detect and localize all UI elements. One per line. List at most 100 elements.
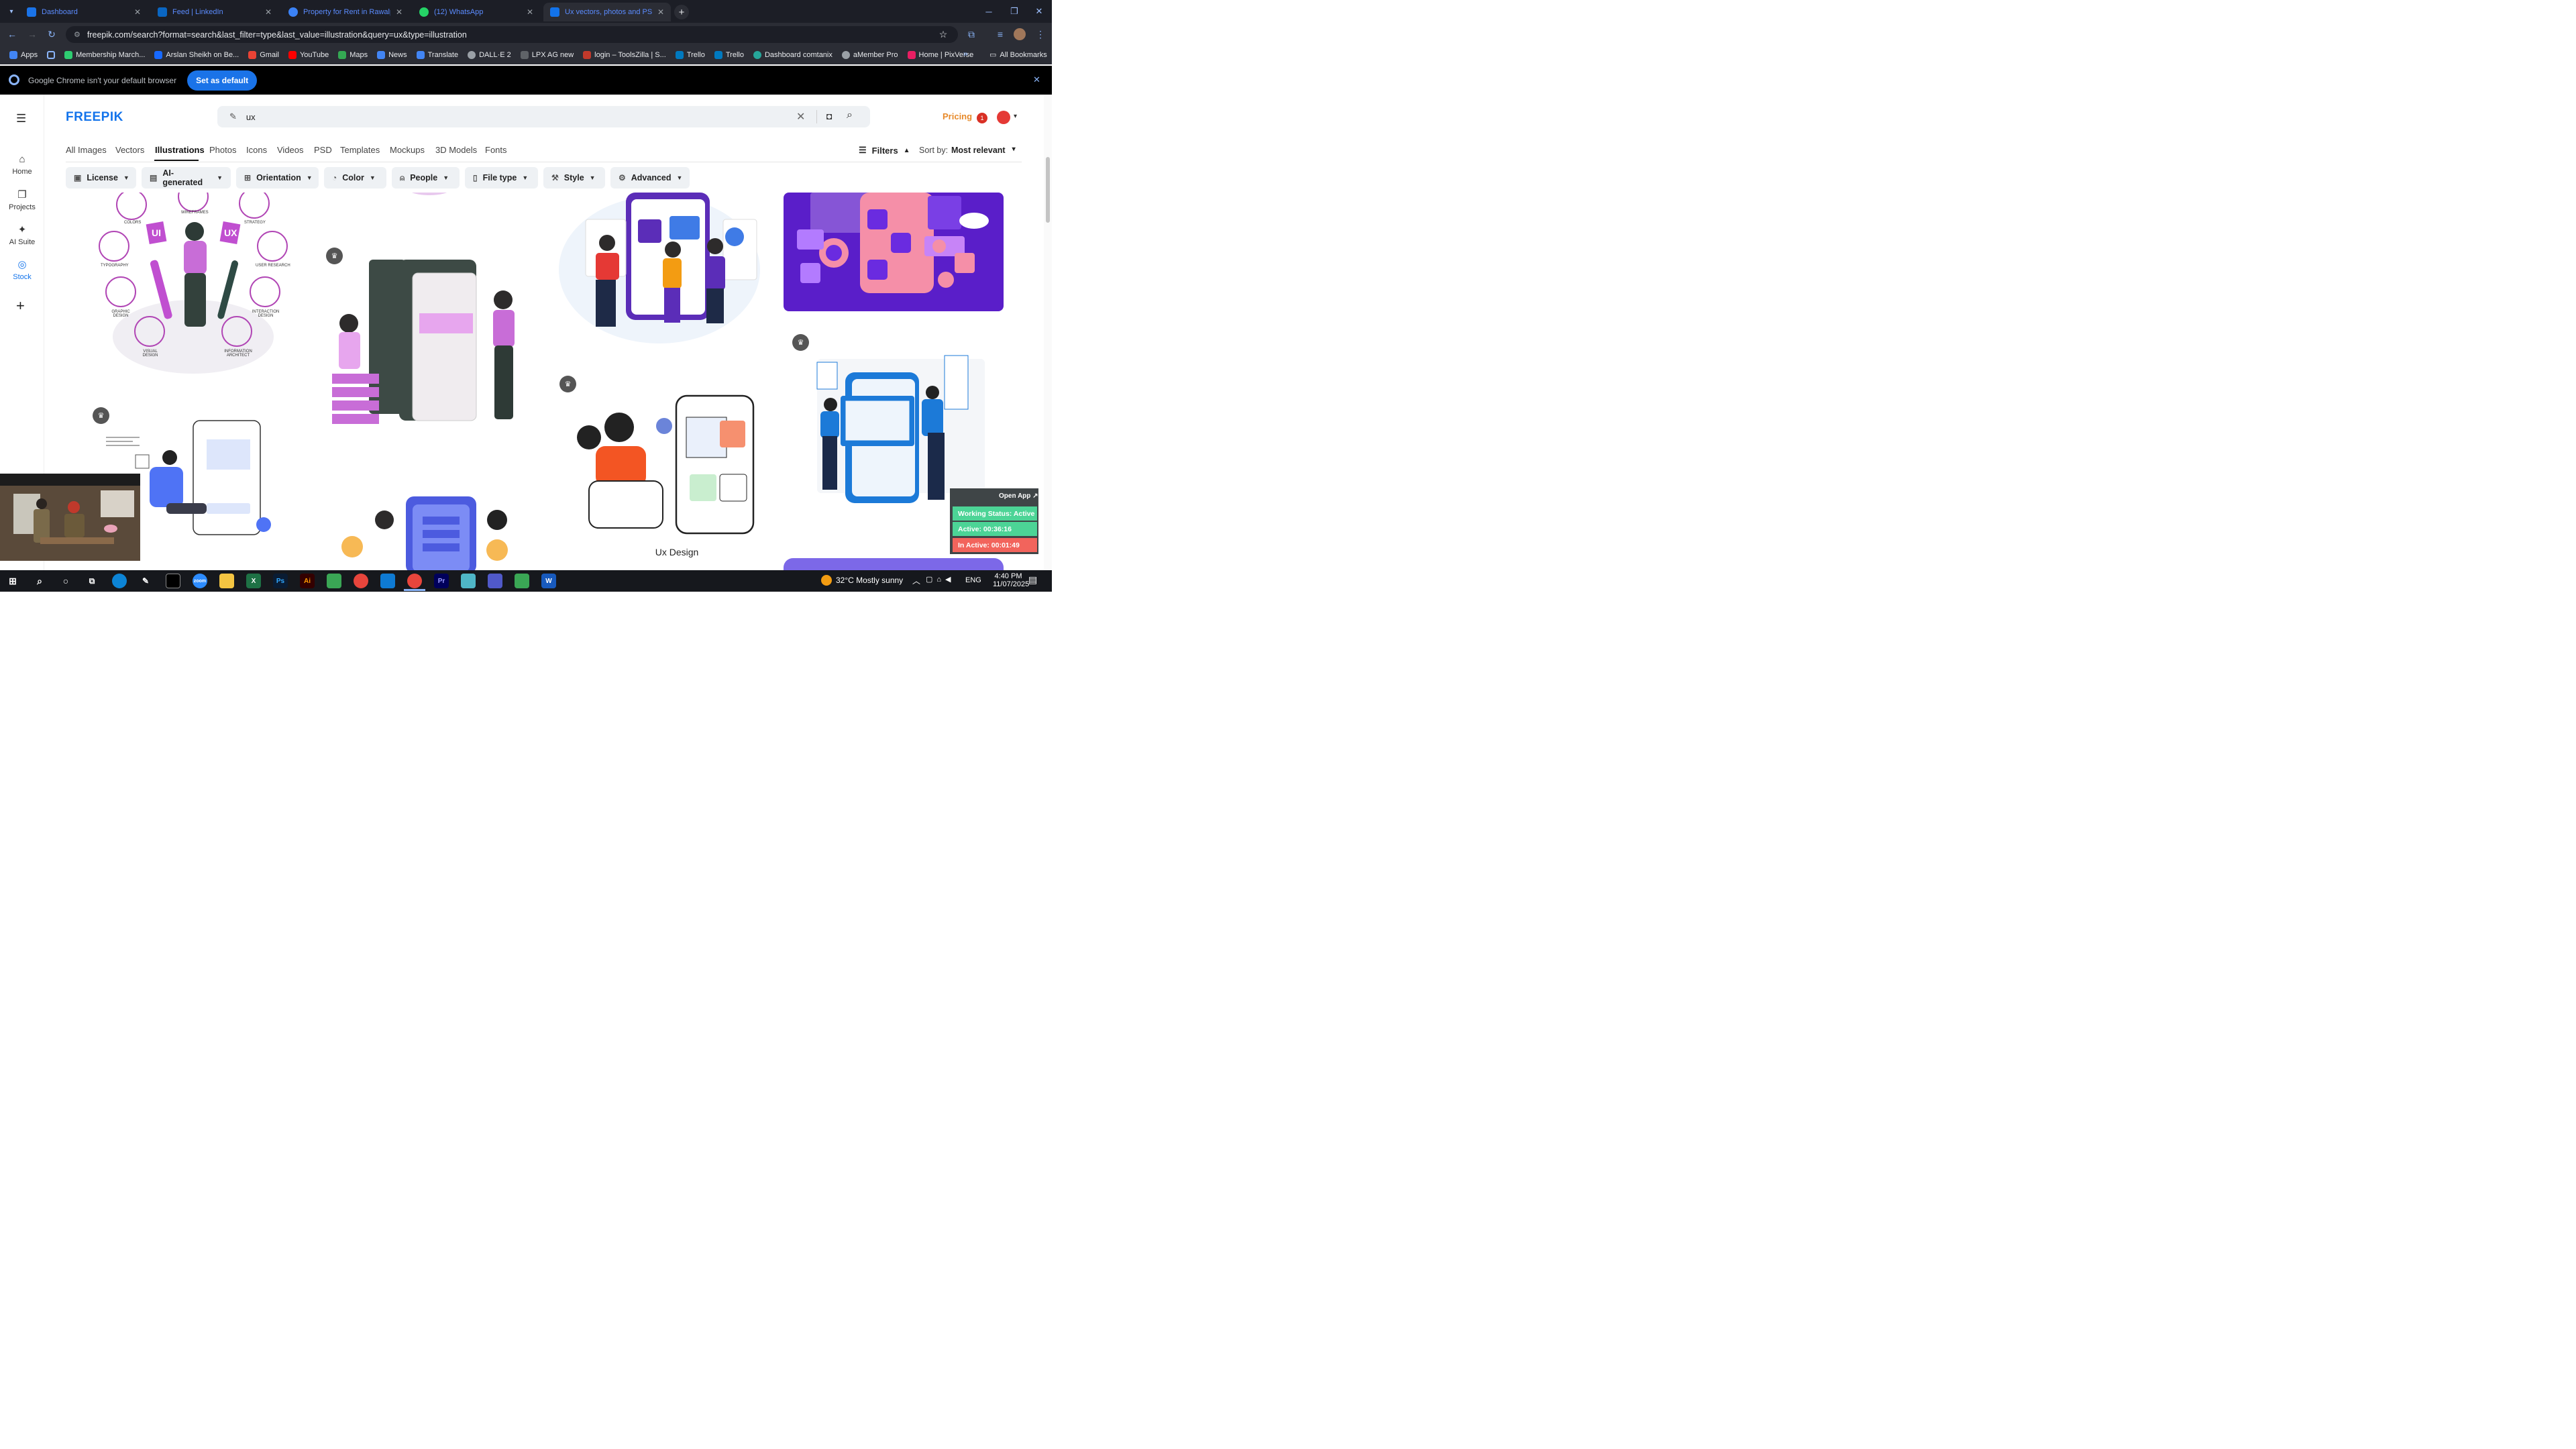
extensions-icon[interactable]: ⧉ <box>964 27 979 42</box>
search-icon[interactable]: ⌕ <box>847 109 853 121</box>
search-icon[interactable]: ⌕ <box>32 574 47 588</box>
freepik-logo[interactable]: FREEPIK <box>66 110 123 125</box>
app-diamond-icon[interactable] <box>461 574 476 588</box>
bookmark-trello-2[interactable]: Trello <box>714 51 744 59</box>
search-input[interactable]: ux <box>246 112 256 122</box>
sidebar-item-projects[interactable]: ❐ Projects <box>0 189 44 211</box>
close-tab-icon[interactable]: ✕ <box>265 7 272 17</box>
bookmark-youtube[interactable]: YouTube <box>288 51 329 59</box>
new-tab-button[interactable]: + <box>674 5 689 19</box>
reload-icon[interactable]: ↻ <box>44 27 59 42</box>
chrome-active-icon[interactable] <box>407 574 422 588</box>
result-card-purple-dashboard[interactable] <box>784 193 1004 311</box>
filters-toggle[interactable]: ☰ Filters ▲ <box>859 145 910 156</box>
tray-chevron-icon[interactable]: ︿ <box>912 575 920 586</box>
bookmark-dalle[interactable]: DALL·E 2 <box>468 51 511 59</box>
zoom-icon[interactable]: zoom <box>193 574 207 588</box>
terminal-icon[interactable] <box>166 574 180 588</box>
filter-color[interactable]: ◔ Color ▼ <box>324 167 386 189</box>
tab-search-button[interactable]: ▾ <box>5 5 17 17</box>
tab-dashboard[interactable]: Dashboard ✕ <box>20 3 148 21</box>
sidebar-item-home[interactable]: ⌂ Home <box>0 154 44 176</box>
bookmark-membership[interactable]: Membership March... <box>64 51 145 59</box>
bookmark-maps[interactable]: Maps <box>338 51 368 59</box>
file-explorer-icon[interactable] <box>219 574 234 588</box>
premium-crown-icon[interactable]: ♛ <box>559 376 576 392</box>
add-icon[interactable]: + <box>16 297 25 315</box>
tab-property[interactable]: Property for Rent in Rawalpindi ✕ <box>282 3 409 21</box>
result-card-phone-chat[interactable] <box>312 490 550 570</box>
camera-icon[interactable]: ◘ <box>826 111 832 121</box>
teams-icon[interactable] <box>488 574 502 588</box>
tab-icons[interactable]: Icons <box>246 145 267 155</box>
filter-license[interactable]: ▣ License ▼ <box>66 167 136 189</box>
bookmark-apps[interactable]: Apps <box>9 51 38 59</box>
clock[interactable]: 4:40 PM 11/07/2025 <box>993 572 1029 588</box>
tray-icons[interactable]: ▢⌂◀ <box>926 575 955 584</box>
address-bar[interactable]: ⚙ freepik.com/search?format=search&last_… <box>66 26 958 43</box>
tab-whatsapp[interactable]: (12) WhatsApp ✕ <box>413 3 540 21</box>
tab-psd[interactable]: PSD <box>314 145 332 155</box>
notification-badge[interactable]: 1 <box>977 113 987 123</box>
picture-in-picture-video[interactable] <box>0 474 140 561</box>
filter-ai-generated[interactable]: ▤ AI-generated ▼ <box>142 167 231 189</box>
windows-start-icon[interactable]: ⊞ <box>5 574 20 588</box>
task-view-icon[interactable]: ⧉ <box>85 574 99 588</box>
result-card-developer-phone[interactable]: ♛ <box>312 193 550 454</box>
sidebar-item-ai-suite[interactable]: ✦ AI Suite <box>0 223 44 246</box>
word-icon[interactable]: W <box>541 574 556 588</box>
close-window-button[interactable]: ✕ <box>1026 0 1052 23</box>
sort-dropdown[interactable]: Most relevant ▾ <box>951 146 1016 155</box>
filter-orientation[interactable]: ⊞ Orientation ▼ <box>236 167 319 189</box>
tab-vectors[interactable]: Vectors <box>115 145 144 155</box>
chrome-menu-icon[interactable]: ⋮ <box>1033 27 1048 42</box>
back-icon[interactable]: ← <box>5 27 19 42</box>
search-bar[interactable]: ✎ ux ✕ ◘ ⌕ <box>217 106 870 127</box>
premium-crown-icon[interactable]: ♛ <box>792 334 809 351</box>
profile-avatar[interactable] <box>1014 28 1026 40</box>
more-bookmarks-icon[interactable]: » <box>963 49 968 58</box>
scrollbar-thumb[interactable] <box>1046 157 1050 223</box>
bookmark-comtanix[interactable]: Dashboard comtanix <box>753 51 833 59</box>
set-default-button[interactable]: Set as default <box>187 70 258 91</box>
premium-crown-icon[interactable]: ♛ <box>93 407 109 424</box>
forward-icon[interactable]: → <box>25 27 40 42</box>
chrome-icon[interactable] <box>354 574 368 588</box>
tab-illustrations[interactable]: Illustrations <box>155 145 205 155</box>
bookmark-lpx[interactable]: LPX AG new <box>520 51 574 59</box>
bookmark-news[interactable]: News <box>377 51 407 59</box>
close-tab-icon[interactable]: ✕ <box>134 7 141 17</box>
bookmark-gmail[interactable]: Gmail <box>248 51 279 59</box>
chevron-down-icon[interactable]: ▾ <box>1014 113 1017 120</box>
minimize-button[interactable]: ─ <box>976 0 1002 23</box>
tab-3d-models[interactable]: 3D Models <box>435 145 477 155</box>
pen-icon[interactable]: ✎ <box>138 574 153 588</box>
weather-widget[interactable]: 32°C Mostly sunny <box>821 575 903 586</box>
bookmark-toolszilla[interactable]: login – ToolsZilla | S... <box>583 51 666 59</box>
vscode-icon[interactable] <box>380 574 395 588</box>
sidebar-item-stock[interactable]: ◎ Stock <box>0 258 44 281</box>
result-card-team-phone[interactable] <box>559 193 761 350</box>
tab-mockups[interactable]: Mockups <box>390 145 425 155</box>
bookmark-behance[interactable]: Arslan Sheikh on Be... <box>154 51 239 59</box>
tab-templates[interactable]: Templates <box>340 145 380 155</box>
all-bookmarks-folder[interactable]: ▭ All Bookmarks <box>989 50 1047 60</box>
media-control-icon[interactable]: ≡ <box>993 27 1008 42</box>
open-app-link[interactable]: Open App ↗ <box>999 492 1038 500</box>
ai-search-icon[interactable]: ✎ <box>229 111 237 122</box>
cortana-icon[interactable]: ○ <box>58 574 73 588</box>
user-avatar[interactable] <box>997 111 1010 124</box>
bookmark-trello-1[interactable]: Trello <box>675 51 705 59</box>
notifications-icon[interactable]: ▤ <box>1028 574 1037 586</box>
filter-advanced[interactable]: ⚙ Advanced ▼ <box>610 167 690 189</box>
tab-linkedin[interactable]: Feed | LinkedIn ✕ <box>151 3 278 21</box>
premium-crown-icon[interactable]: ♛ <box>326 248 343 264</box>
bookmark-amember[interactable]: aMember Pro <box>841 51 898 59</box>
close-tab-icon[interactable]: ✕ <box>657 7 664 17</box>
tab-freepik[interactable]: Ux vectors, photos and PSD files ✕ <box>543 3 671 21</box>
restore-button[interactable]: ❐ <box>1002 0 1027 23</box>
bookmark-translate[interactable]: Translate <box>416 51 458 59</box>
tab-photos[interactable]: Photos <box>209 145 236 155</box>
clear-search-icon[interactable]: ✕ <box>796 110 805 123</box>
tab-videos[interactable]: Videos <box>277 145 304 155</box>
